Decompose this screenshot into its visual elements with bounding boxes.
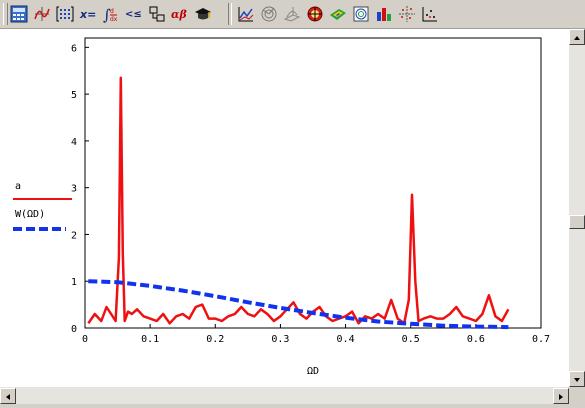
arrow-right-icon bbox=[559, 394, 563, 400]
vector-field-button[interactable] bbox=[396, 3, 418, 25]
target-icon bbox=[307, 6, 323, 22]
x-tick-label: 0.7 bbox=[532, 334, 550, 345]
symbolic-icon bbox=[195, 8, 211, 20]
boolean-button[interactable]: <≤ bbox=[123, 3, 145, 25]
calculator-icon bbox=[10, 5, 28, 23]
graph-toolbar-button[interactable] bbox=[31, 3, 53, 25]
3d-scatter-button[interactable] bbox=[350, 3, 372, 25]
legend: a W(ΩD) bbox=[13, 181, 72, 231]
scrollbar-corner bbox=[569, 387, 585, 404]
greek-icon: αβ bbox=[171, 8, 187, 21]
vertical-scroll-thumb[interactable] bbox=[569, 215, 585, 229]
x-axis-label: ΩD bbox=[307, 366, 319, 377]
scatter-3d-icon bbox=[353, 6, 369, 22]
programming-icon bbox=[149, 6, 165, 22]
horizontal-scrollbar[interactable] bbox=[0, 387, 569, 404]
contour-icon bbox=[330, 9, 346, 20]
x-tick-label: 0.2 bbox=[206, 334, 224, 345]
x-tick-label: 0.3 bbox=[271, 334, 289, 345]
xy-plot-icon bbox=[238, 7, 254, 22]
evaluation-button[interactable]: x= bbox=[77, 3, 99, 25]
svg-text:d: d bbox=[110, 8, 114, 15]
calculus-button[interactable]: ∫ d dx bbox=[100, 3, 122, 25]
target-plot-button[interactable] bbox=[304, 3, 326, 25]
worksheet-area: 0 0.1 0.2 0.3 0.4 0.5 0.6 0.7 0 1 2 3 4 5 6 ΩD a W(ΩD) bbox=[0, 29, 569, 387]
polar-plot-icon bbox=[261, 6, 277, 22]
x-tick-label: 0 bbox=[82, 334, 88, 345]
zoom-icon bbox=[422, 7, 437, 22]
polar-plot-button[interactable] bbox=[258, 3, 280, 25]
y-tick-label: 4 bbox=[71, 137, 77, 148]
y-tick-label: 5 bbox=[71, 90, 77, 101]
arrow-left-icon bbox=[6, 394, 10, 400]
symbolic-button[interactable] bbox=[192, 3, 214, 25]
greek-label: αβ bbox=[171, 8, 187, 21]
xy-plot[interactable]: 0 0.1 0.2 0.3 0.4 0.5 0.6 0.7 0 1 2 3 4 5 6 ΩD a W(ΩD) bbox=[0, 29, 569, 387]
legend-label-a: a bbox=[15, 181, 21, 192]
bar-3d-icon bbox=[377, 8, 391, 21]
scroll-up-button[interactable] bbox=[569, 29, 585, 45]
matrix-toolbar-button[interactable] bbox=[54, 3, 76, 25]
3d-bar-button[interactable] bbox=[373, 3, 395, 25]
y-tick-label: 1 bbox=[71, 277, 77, 288]
arrow-up-icon bbox=[574, 36, 580, 40]
graph-toolbar-icon bbox=[34, 7, 50, 21]
zoom-button[interactable] bbox=[419, 3, 441, 25]
y-tick-label: 0 bbox=[71, 324, 77, 335]
calculator-button[interactable] bbox=[8, 3, 30, 25]
surface-plot-icon bbox=[283, 7, 301, 22]
x-tick-label: 0.5 bbox=[402, 334, 420, 345]
y-tick-label: 2 bbox=[71, 230, 77, 241]
y-tick-label: 3 bbox=[71, 184, 77, 195]
boolean-label: <≤ bbox=[125, 9, 142, 20]
scroll-left-button[interactable] bbox=[0, 388, 16, 404]
legend-label-w: W(ΩD) bbox=[15, 209, 45, 220]
scroll-right-button[interactable] bbox=[553, 388, 569, 404]
scroll-down-button[interactable] bbox=[569, 371, 585, 387]
arrow-down-icon bbox=[574, 378, 580, 382]
math-toolbar: x= ∫ d dx <≤ αβ bbox=[0, 0, 585, 29]
x-tick-label: 0.1 bbox=[141, 334, 159, 345]
surface-plot-button[interactable] bbox=[281, 3, 303, 25]
vector-field-icon bbox=[399, 6, 415, 22]
x-tick-label: 0.4 bbox=[337, 334, 355, 345]
evaluation-icon: x= bbox=[79, 8, 96, 21]
y-tick-label: 6 bbox=[71, 43, 77, 54]
xy-plot-button[interactable] bbox=[235, 3, 257, 25]
calculus-icon: ∫ d dx bbox=[103, 6, 118, 23]
matrix-toolbar-icon bbox=[56, 6, 74, 22]
x-tick-label: 0.6 bbox=[467, 334, 485, 345]
greek-button[interactable]: αβ bbox=[169, 3, 191, 25]
boolean-icon: <≤ bbox=[125, 9, 142, 20]
svg-text:dx: dx bbox=[110, 16, 118, 23]
vertical-scrollbar[interactable] bbox=[569, 29, 585, 387]
toolbar-separator bbox=[228, 3, 232, 25]
programming-button[interactable] bbox=[146, 3, 168, 25]
contour-plot-button[interactable] bbox=[327, 3, 349, 25]
evaluation-label: x= bbox=[79, 8, 96, 21]
